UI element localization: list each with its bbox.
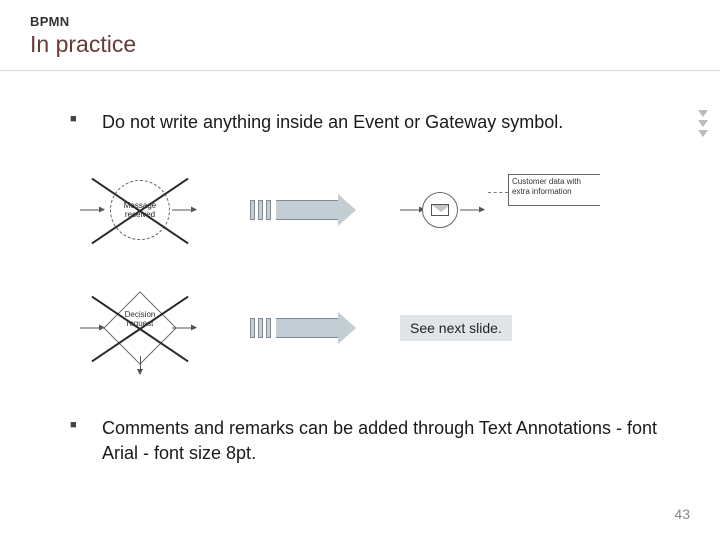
text-annotation: Customer data with extra information — [508, 174, 600, 206]
example-row-event: Message received Customer data with extr… — [70, 170, 670, 250]
cross-out-icon — [70, 170, 210, 250]
see-next-slide-label: See next slide. — [400, 315, 512, 341]
bullet-2: Comments and remarks can be added throug… — [70, 416, 670, 465]
decorative-triangles — [698, 110, 708, 137]
wrong-gateway-diagram: Decision request — [70, 288, 210, 368]
see-next-wrapper: See next slide. — [400, 315, 610, 341]
leads-to-arrow-icon — [250, 194, 360, 226]
kicker-text: BPMN — [30, 14, 136, 29]
triangle-icon — [698, 110, 708, 117]
annotation-association-icon — [488, 192, 508, 193]
envelope-icon — [431, 204, 449, 216]
slide-body: Do not write anything inside an Event or… — [70, 110, 670, 465]
correct-event-diagram: Customer data with extra information — [400, 170, 610, 250]
cross-out-icon — [70, 288, 210, 368]
slide-header: BPMN In practice — [30, 14, 136, 58]
slide: BPMN In practice Do not write anything i… — [0, 0, 720, 540]
leads-to-arrow-icon — [250, 312, 360, 344]
triangle-icon — [698, 130, 708, 137]
bullet-1: Do not write anything inside an Event or… — [70, 110, 670, 134]
header-divider — [0, 70, 720, 71]
sequence-flow-arrow — [460, 210, 484, 211]
triangle-icon — [698, 120, 708, 127]
sequence-flow-arrow — [400, 210, 424, 211]
message-event-icon — [422, 192, 458, 228]
slide-title: In practice — [30, 31, 136, 58]
wrong-event-diagram: Message received — [70, 170, 210, 250]
example-row-gateway: Decision request See next slide. — [70, 288, 670, 368]
page-number: 43 — [674, 506, 690, 522]
